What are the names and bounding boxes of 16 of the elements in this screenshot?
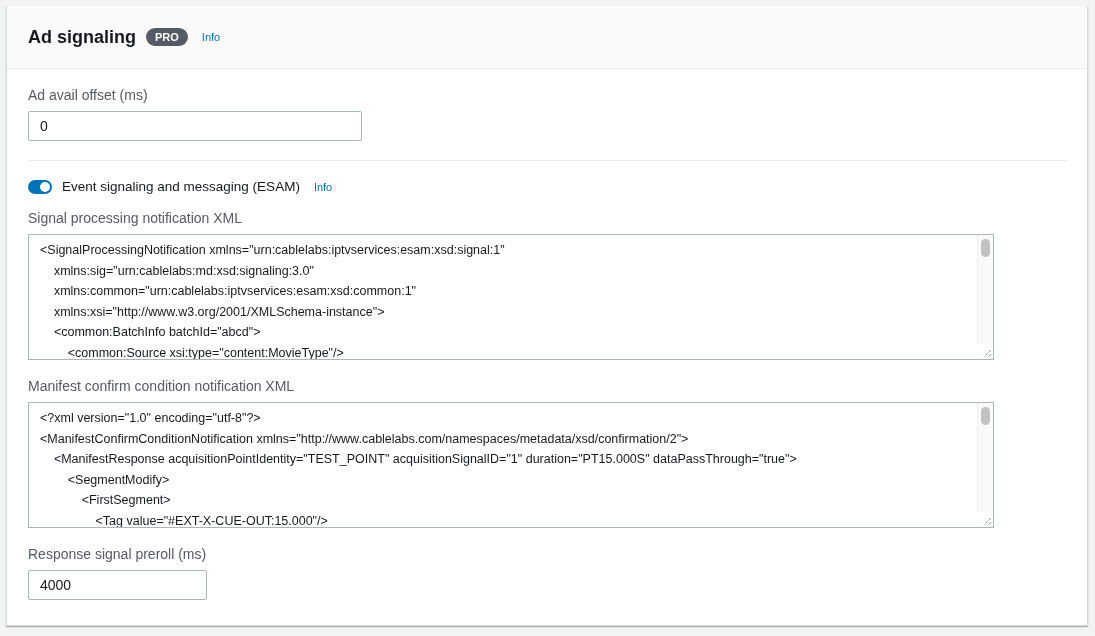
toggle-label: Event signaling and messaging (ESAM) [62,179,300,194]
info-link[interactable]: Info [201,31,221,43]
scrollbar[interactable] [977,403,993,512]
esam-toggle[interactable] [28,179,52,194]
field-label: Signal processing notification XML [28,210,242,226]
info-link[interactable]: Info [313,180,333,193]
field-label: Response signal preroll (ms) [28,546,207,562]
section-title: Ad signaling [28,26,136,48]
ad-avail-offset-field[interactable]: 0 [28,111,362,141]
xml-text-area[interactable]: <SignalProcessingNotification xmlns="urn:cablelabs:iptvservices:esam:xsd:signal:1" xmlns:sig="urn:cablelabs:md:xsd:signaling:3.0" xmlns:common="urn:cablelabs:iptvservices:esam:xsd:common:1" xmlns:xsi="http://www.w3.org/2001/XMLSchema-instance"> <common:BatchInfo batchId="abcd"> <common:Source xsi:type="content:MovieType"/> [28,234,994,360]
xml-text-area[interactable]: <?xml version="1.0" encoding="utf-8"?> <ManifestConfirmConditionNotification xmlns="http://www.cablelabs.com/namespaces/metadata/xsd/confirmation/2"> <ManifestResponse acquisitionPointIdentity="TEST_POINT" acquisitionSignalID="1" duration="PT15.000S" dataPassThrough="true"> <SegmentModify> <FirstSegment> <Tag value="#EXT-X-CUE-OUT:15.000"/> [28,402,994,528]
field-label: Manifest confirm condition notification XML [28,378,295,394]
field-label: Ad avail offset (ms) [28,87,148,103]
pro-badge: PRO [146,28,188,46]
preroll-field[interactable]: 4000 [28,570,207,600]
scrollbar[interactable] [977,235,993,344]
